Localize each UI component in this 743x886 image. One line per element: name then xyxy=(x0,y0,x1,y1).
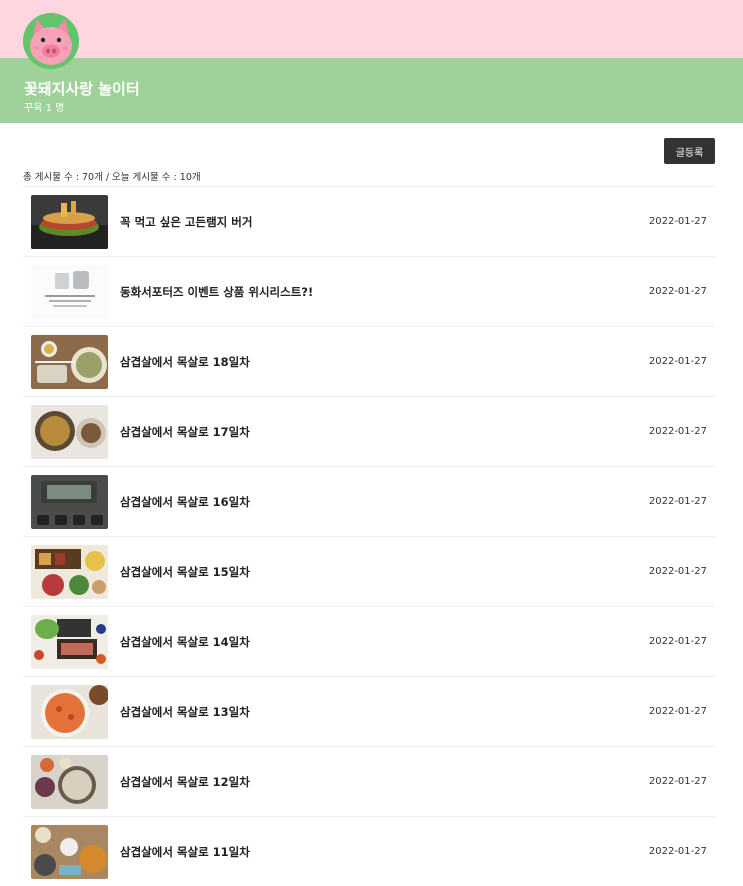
post-thumbnail[interactable] xyxy=(31,824,108,879)
post-title[interactable]: 삼겹살에서 목살로 11일차 xyxy=(120,844,647,860)
post-title[interactable]: 삼겹살에서 목살로 14일차 xyxy=(120,634,647,650)
post-title[interactable]: 삼겹살에서 목살로 16일차 xyxy=(120,494,647,510)
post-date: 2022-01-27 xyxy=(648,496,707,507)
post-row[interactable]: 삼겹살에서 목살로 18일차 2022-01-27 xyxy=(23,327,715,397)
post-row[interactable]: 동화서포터즈 이벤트 상품 위시리스트?! 2022-01-27 xyxy=(23,257,715,327)
post-date: 2022-01-27 xyxy=(648,846,707,857)
post-title[interactable]: 삼겹살에서 목살로 12일차 xyxy=(120,774,647,790)
post-thumbnail[interactable] xyxy=(31,684,108,739)
header-top-band xyxy=(0,0,743,69)
post-row[interactable]: 삼겹살에서 목살로 12일차 2022-01-27 xyxy=(23,747,715,817)
post-thumbnail[interactable] xyxy=(31,614,108,669)
post-row[interactable]: 삼겹살에서 목살로 13일차 2022-01-27 xyxy=(23,677,715,747)
post-thumbnail[interactable] xyxy=(31,404,108,459)
post-row[interactable]: 삼겹살에서 목살로 16일차 2022-01-27 xyxy=(23,467,715,537)
post-stats: 총 게시물 수 : 70개 / 오늘 게시물 수 : 10개 xyxy=(23,172,201,183)
post-date: 2022-01-27 xyxy=(648,356,707,367)
post-date: 2022-01-27 xyxy=(648,426,707,437)
post-row[interactable]: 삼겹살에서 목살로 14일차 2022-01-27 xyxy=(23,607,715,677)
post-title[interactable]: 삼겹살에서 목살로 18일차 xyxy=(120,354,647,370)
post-title[interactable]: 꼭 먹고 싶은 고든램지 버거 xyxy=(120,214,647,230)
write-post-button[interactable]: 글등록 xyxy=(664,138,715,164)
toolbar: 글등록 xyxy=(23,123,715,168)
post-title[interactable]: 삼겹살에서 목살로 17일차 xyxy=(120,424,647,440)
post-title[interactable]: 동화서포터즈 이벤트 상품 위시리스트?! xyxy=(120,284,647,300)
post-title[interactable]: 삼겹살에서 목살로 15일차 xyxy=(120,564,647,580)
post-thumbnail[interactable] xyxy=(31,334,108,389)
post-row[interactable]: 삼겹살에서 목살로 11일차 2022-01-27 xyxy=(23,817,715,886)
post-row[interactable]: 삼겹살에서 목살로 17일차 2022-01-27 xyxy=(23,397,715,467)
post-date: 2022-01-27 xyxy=(648,706,707,717)
pig-face-icon[interactable] xyxy=(23,13,79,69)
post-thumbnail[interactable] xyxy=(31,474,108,529)
cafe-info-band: 꽃돼지사랑 놀이터 꾸욱 1 명 xyxy=(0,58,743,123)
post-thumbnail[interactable] xyxy=(31,544,108,599)
post-date: 2022-01-27 xyxy=(648,216,707,227)
post-date: 2022-01-27 xyxy=(648,566,707,577)
post-row[interactable]: 꼭 먹고 싶은 고든램지 버거 2022-01-27 xyxy=(23,187,715,257)
post-thumbnail[interactable] xyxy=(31,264,108,319)
post-title[interactable]: 삼겹살에서 목살로 13일차 xyxy=(120,704,647,720)
post-date: 2022-01-27 xyxy=(648,636,707,647)
post-date: 2022-01-27 xyxy=(648,776,707,787)
cafe-name[interactable]: 꽃돼지사랑 놀이터 xyxy=(24,80,743,98)
member-count: 꾸욱 1 명 xyxy=(24,103,65,114)
post-thumbnail[interactable] xyxy=(31,194,108,249)
post-row[interactable]: 삼겹살에서 목살로 15일차 2022-01-27 xyxy=(23,537,715,607)
post-thumbnail[interactable] xyxy=(31,754,108,809)
post-list: 꼭 먹고 싶은 고든램지 버거 2022-01-27 동화서포터즈 이벤트 상품… xyxy=(23,186,715,886)
post-date: 2022-01-27 xyxy=(648,286,707,297)
main-content: 글등록 총 게시물 수 : 70개 / 오늘 게시물 수 : 10개 꼭 먹고 … xyxy=(0,123,743,886)
